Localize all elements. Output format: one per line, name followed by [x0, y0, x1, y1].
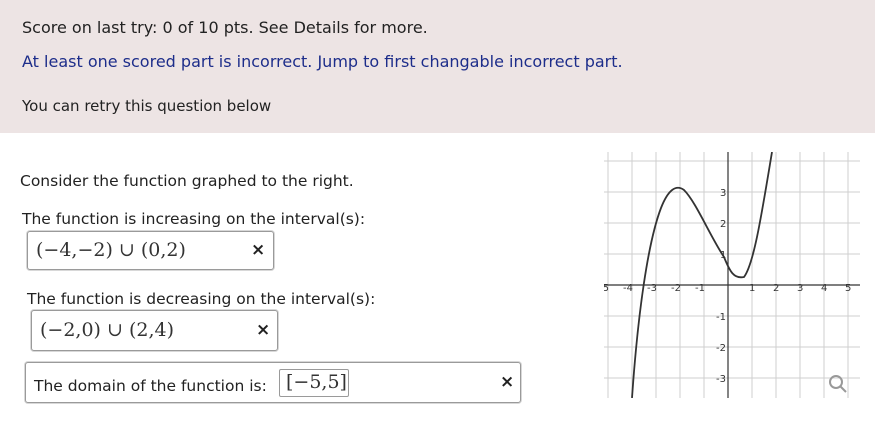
x-tick-label: -2 [671, 283, 681, 294]
x-tick-label: 5 [845, 283, 851, 294]
decreasing-answer: (−2,0) ∪ (2,4) [40, 319, 175, 341]
y-tick-label: -2 [716, 343, 726, 354]
question-prompt: Consider the function graphed to the rig… [20, 172, 354, 190]
score-text: Score on last try: 0 of 10 pts. See Deta… [22, 18, 428, 37]
function-curve [631, 151, 773, 399]
decreasing-label: The function is decreasing on the interv… [27, 290, 376, 308]
jump-to-incorrect-link[interactable]: At least one scored part is incorrect. J… [22, 52, 623, 71]
domain-input[interactable]: [−5,5] [279, 369, 349, 397]
x-tick-label: -5 [604, 283, 609, 294]
x-tick-label: 1 [749, 283, 755, 294]
search-icon[interactable] [826, 372, 850, 396]
graph-svg: -5-4-3-2-112345 321-1-2-3 [599, 151, 860, 399]
domain-answer: [−5,5] [286, 371, 347, 393]
decreasing-answer-box[interactable]: (−2,0) ∪ (2,4) × [31, 310, 278, 351]
y-tick-label: 2 [720, 219, 726, 230]
x-tick-label: -1 [695, 283, 705, 294]
y-tick-label: -1 [716, 312, 726, 323]
x-tick-label: 2 [773, 283, 779, 294]
incorrect-mark-icon: × [500, 372, 515, 392]
domain-answer-box[interactable]: The domain of the function is: [−5,5] × [25, 362, 521, 403]
domain-label: The domain of the function is: [34, 377, 267, 395]
y-tick-label: 3 [720, 188, 726, 199]
increasing-answer: (−4,−2) ∪ (0,2) [36, 239, 186, 261]
incorrect-mark-icon: × [256, 320, 271, 340]
incorrect-mark-icon: × [251, 240, 266, 260]
increasing-label: The function is increasing on the interv… [22, 210, 366, 228]
increasing-answer-box[interactable]: (−4,−2) ∪ (0,2) × [27, 231, 274, 270]
retry-text: You can retry this question below [22, 97, 272, 115]
feedback-banner: Score on last try: 0 of 10 pts. See Deta… [0, 0, 875, 133]
x-tick-label: 3 [797, 283, 803, 294]
x-tick-label: -3 [647, 283, 657, 294]
x-tick-label: 4 [821, 283, 827, 294]
function-graph: -5-4-3-2-112345 321-1-2-3 [599, 151, 860, 399]
x-tick-label: -4 [623, 283, 633, 294]
y-tick-label: -3 [716, 374, 726, 385]
